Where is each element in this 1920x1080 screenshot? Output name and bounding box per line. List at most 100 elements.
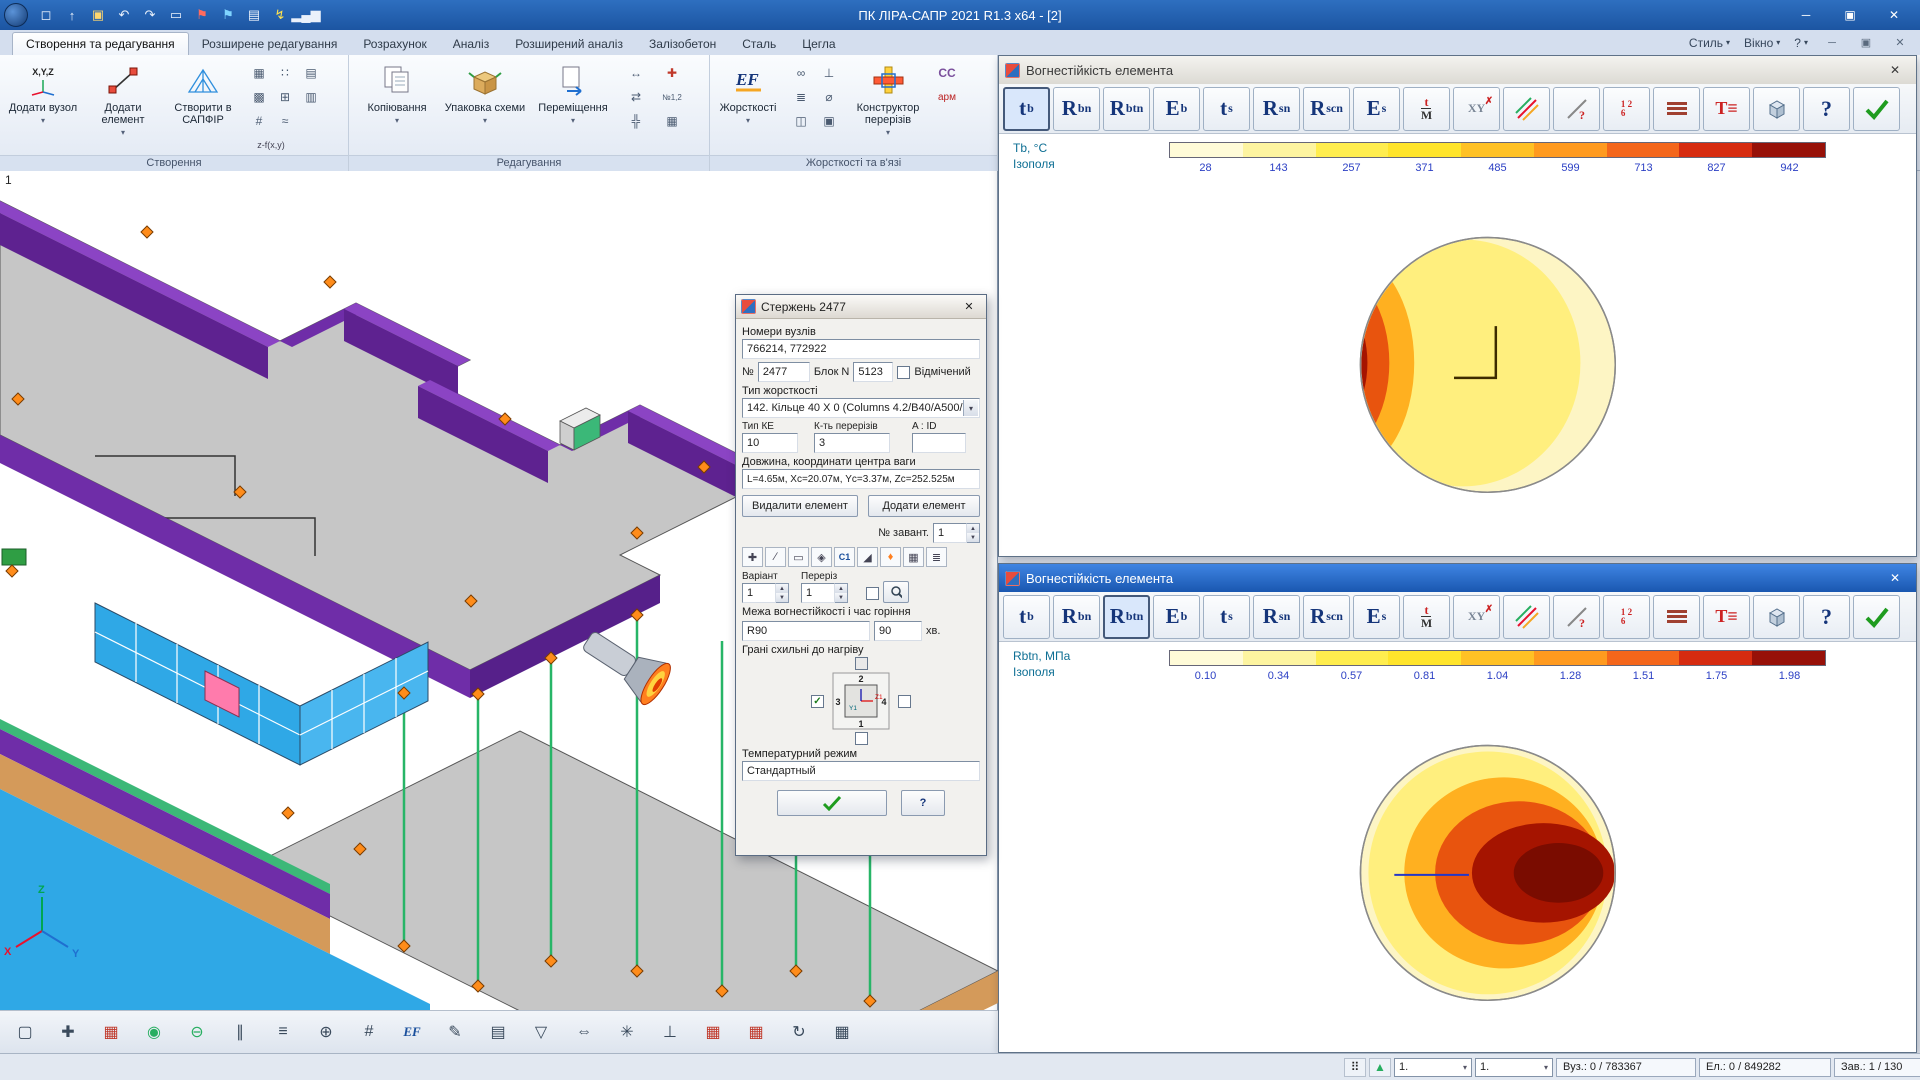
temperature-display-button[interactable]: T≡ xyxy=(1703,87,1750,131)
preview-checkbox[interactable] xyxy=(866,587,879,600)
add-element-button[interactable]: Додати елемент xyxy=(868,495,980,517)
result-es-button[interactable]: Es xyxy=(1353,595,1400,639)
dots-tool-icon[interactable]: ∷ xyxy=(274,63,296,83)
zoom-out-icon[interactable]: ⊖ xyxy=(182,1017,212,1047)
status-play-icon[interactable]: ▲ xyxy=(1369,1058,1391,1077)
lightning-icon[interactable]: ↯ xyxy=(268,4,292,26)
panel-tool-icon[interactable]: ▥ xyxy=(300,87,322,107)
help-button[interactable]: ? xyxy=(1803,595,1850,639)
fire-tool-icon[interactable]: ♦ xyxy=(880,547,901,567)
loadcase-combo-2[interactable]: 1.▾ xyxy=(1475,1058,1553,1077)
swap-tool-icon[interactable]: ⇄ xyxy=(625,87,647,107)
temperature-display-button[interactable]: T≡ xyxy=(1703,595,1750,639)
new-file-icon[interactable]: ◻ xyxy=(34,4,58,26)
fe-type-field[interactable]: 10 xyxy=(742,433,798,453)
magnifier-button[interactable] xyxy=(883,581,909,603)
marked-checkbox[interactable] xyxy=(897,366,910,379)
support-tool-icon[interactable]: ⊥ xyxy=(818,63,840,83)
chart-icon[interactable]: ▂▄▆ xyxy=(294,4,318,26)
result-es-button[interactable]: Es xyxy=(1353,87,1400,131)
ribbon-tab-steel[interactable]: Сталь xyxy=(729,32,789,55)
variant-spinner[interactable]: 1 ▲▼ xyxy=(742,583,789,603)
face-left-checkbox[interactable] xyxy=(811,695,824,708)
load-number-spinner[interactable]: 1 ▲▼ xyxy=(933,523,980,543)
result-rbtn-button[interactable]: Rbtn xyxy=(1103,87,1150,131)
stretch-tool-icon[interactable]: ↔ xyxy=(625,63,647,83)
red-table-icon[interactable]: ▦ xyxy=(698,1017,728,1047)
flag-red-icon[interactable]: ⚑ xyxy=(190,4,214,26)
plate-tool-icon[interactable]: ▭ xyxy=(788,547,809,567)
copy-button[interactable]: Копіювання ▾ xyxy=(355,59,439,151)
fire-time-field[interactable]: 90 xyxy=(874,621,922,641)
ribbon-tab-brick[interactable]: Цегла xyxy=(789,32,848,55)
close-button[interactable]: ✕ xyxy=(1872,2,1916,28)
mesh-tool-icon[interactable]: ▩ xyxy=(248,87,270,107)
axes-toggle-button[interactable]: XY✗ xyxy=(1453,595,1500,639)
draw-icon[interactable]: ✎ xyxy=(440,1017,470,1047)
beam-tool-icon[interactable]: ∕ xyxy=(765,547,786,567)
save-icon[interactable]: ▣ xyxy=(86,4,110,26)
add-tool-icon[interactable]: ✚ xyxy=(661,63,683,83)
discrete-scale-button[interactable] xyxy=(1653,595,1700,639)
face-bottom-checkbox[interactable] xyxy=(855,732,868,745)
delete-element-button[interactable]: Видалити елемент xyxy=(742,495,858,517)
layers-icon[interactable]: ▤ xyxy=(483,1017,513,1047)
add-node-button[interactable]: X,Y,Z Додати вузол ▾ xyxy=(4,59,82,151)
temperature-mode-field[interactable]: Стандартный xyxy=(742,761,980,781)
ribbon-tab-calculation[interactable]: Розрахунок xyxy=(350,32,439,55)
dialog-titlebar[interactable]: Стержень 2477 ✕ xyxy=(736,295,986,319)
select-frame-icon[interactable]: ▢ xyxy=(10,1017,40,1047)
cc-tool-icon[interactable]: CC xyxy=(936,63,958,83)
rbtn-isofields-area[interactable]: Rbtn, МПа Ізополя 0.100.340.570.811.041.… xyxy=(999,642,1916,1052)
numbering-tool-icon[interactable]: №1,2 xyxy=(661,87,683,107)
node-tool-icon[interactable]: ✚ xyxy=(742,547,763,567)
plumb-icon[interactable]: ⊥ xyxy=(655,1017,685,1047)
add-element-button[interactable]: Додати елемент ▾ xyxy=(84,59,162,151)
hatch-tool-icon[interactable]: # xyxy=(248,111,270,131)
fire-window-titlebar[interactable]: Вогнестійкість елемента ✕ xyxy=(999,564,1916,592)
isolines-query-button[interactable]: ? xyxy=(1553,595,1600,639)
resize-icon[interactable]: ⇔ xyxy=(569,1017,599,1047)
table-tool-icon[interactable]: ▦ xyxy=(661,111,683,131)
result-rsn-button[interactable]: Rsn xyxy=(1253,87,1300,131)
discrete-scale-button[interactable] xyxy=(1653,87,1700,131)
grid-tool-icon[interactable]: ▦ xyxy=(248,63,270,83)
plate-tool-icon[interactable]: ⊞ xyxy=(274,87,296,107)
volume-view-button[interactable] xyxy=(1753,87,1800,131)
result-eb-button[interactable]: Eb xyxy=(1153,87,1200,131)
section-tool-icon[interactable]: ◫ xyxy=(790,111,812,131)
result-tb-button[interactable]: tb xyxy=(1003,595,1050,639)
target-icon[interactable]: ⊕ xyxy=(311,1017,341,1047)
maximize-button[interactable]: ▣ xyxy=(1828,2,1872,28)
pack-scheme-button[interactable]: Упаковка схеми ▾ xyxy=(443,59,527,151)
result-rscn-button[interactable]: Rscn xyxy=(1303,87,1350,131)
redo-icon[interactable]: ↷ xyxy=(138,4,162,26)
result-rsn-button[interactable]: Rsn xyxy=(1253,595,1300,639)
move-button[interactable]: Переміщення ▾ xyxy=(531,59,615,151)
app-logo-icon[interactable] xyxy=(4,3,28,27)
surface-tool-icon[interactable]: ≈ xyxy=(274,111,296,131)
style-menu[interactable]: Стиль▾ xyxy=(1689,36,1730,50)
ribbon-tab-analysis[interactable]: Аналіз xyxy=(440,32,502,55)
list-view-icon[interactable]: ≡ xyxy=(268,1017,298,1047)
apply-button[interactable] xyxy=(1853,87,1900,131)
mdi-restore-button[interactable]: ▣ xyxy=(1856,36,1876,49)
ribbon-tab-advanced-edit[interactable]: Розширене редагування xyxy=(189,32,351,55)
flag-blue-icon[interactable]: ⚑ xyxy=(216,4,240,26)
link-tool-icon[interactable]: ∞ xyxy=(790,63,812,83)
stiffness-button[interactable]: EF Жорсткості ▾ xyxy=(712,59,784,151)
undo-icon[interactable]: ↶ xyxy=(112,4,136,26)
result-rbn-button[interactable]: Rbn xyxy=(1053,595,1100,639)
filter-icon[interactable]: ▽ xyxy=(526,1017,556,1047)
values-display-button[interactable]: 1 26 xyxy=(1603,595,1650,639)
model-icon[interactable]: ✳ xyxy=(612,1017,642,1047)
intersect-tool-icon[interactable]: ╬ xyxy=(625,111,647,131)
solid-tool-icon[interactable]: ▣ xyxy=(818,111,840,131)
grid-snap-icon[interactable]: # xyxy=(354,1017,384,1047)
section-tool-icon[interactable]: ◢ xyxy=(857,547,878,567)
stiffness-display-icon[interactable]: EF xyxy=(397,1017,427,1047)
close-icon[interactable]: ✕ xyxy=(957,298,981,316)
axes-toggle-button[interactable]: XY✗ xyxy=(1453,87,1500,131)
temperature-isofields-area[interactable]: Tb, °C Ізополя 2814325737148559971382794… xyxy=(999,134,1916,556)
table-tool-icon[interactable]: ▦ xyxy=(903,547,924,567)
